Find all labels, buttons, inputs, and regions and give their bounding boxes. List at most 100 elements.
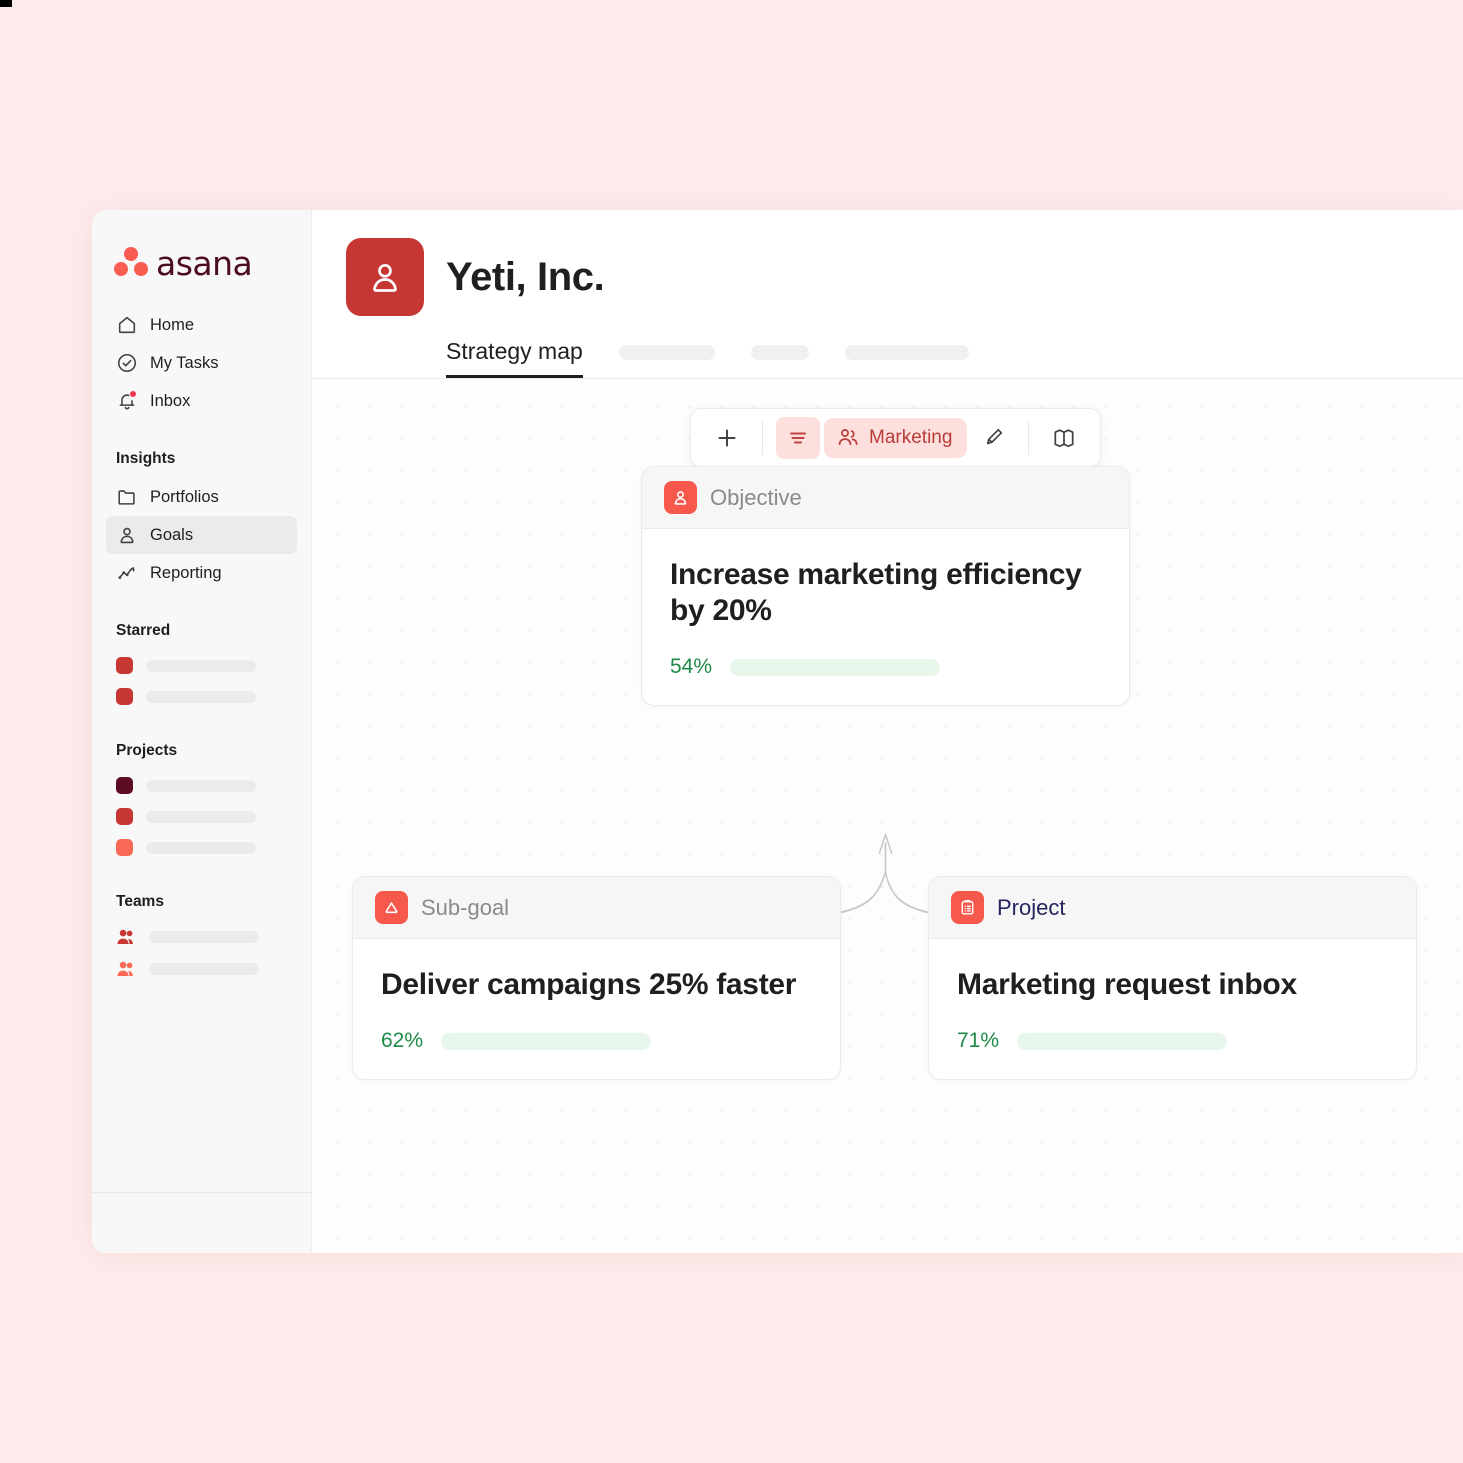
list-item[interactable] xyxy=(92,650,311,681)
title-row: Yeti, Inc. xyxy=(346,238,1463,316)
team-filter-chip-marketing[interactable]: Marketing xyxy=(824,417,968,458)
primary-nav: Home My Tasks Inbox xyxy=(92,306,311,420)
sidebar: asana Home My Tasks Inbox Insights Portf… xyxy=(92,210,312,1253)
card-title: Marketing request inbox xyxy=(957,968,1297,1001)
sidebar-item-label: Goals xyxy=(150,525,194,544)
list-item[interactable] xyxy=(92,832,311,863)
inbox-unread-badge xyxy=(129,390,137,398)
add-node-button[interactable] xyxy=(705,417,749,459)
folder-icon xyxy=(116,486,138,508)
list-item[interactable] xyxy=(92,801,311,832)
card-type-label: Project xyxy=(997,894,1066,920)
placeholder-label xyxy=(146,659,256,672)
filter-lines-icon xyxy=(789,431,807,444)
triangle-icon xyxy=(375,891,408,924)
chip-label: Marketing xyxy=(869,426,953,448)
placeholder-label xyxy=(146,690,256,703)
sidebar-item-my-tasks[interactable]: My Tasks xyxy=(106,344,297,382)
card-body: Increase marketing efficiency by 20% 54% xyxy=(642,529,1129,705)
insights-nav: Portfolios Goals Reporting xyxy=(92,478,311,592)
goal-icon xyxy=(373,264,397,292)
asana-logo[interactable]: asana xyxy=(92,238,311,282)
list-item[interactable] xyxy=(92,921,311,953)
tab-strategy-map[interactable]: Strategy map xyxy=(446,338,583,378)
card-body: Deliver campaigns 25% faster 62% xyxy=(353,939,840,1079)
sidebar-section-title-projects: Projects xyxy=(116,742,178,759)
progress-row: 54% xyxy=(670,655,1101,679)
project-color-swatch xyxy=(116,688,133,705)
progress-percent: 71% xyxy=(957,1029,1000,1052)
highlighter-icon xyxy=(986,428,1003,445)
list-item[interactable] xyxy=(92,770,311,801)
app-window: asana Home My Tasks Inbox Insights Portf… xyxy=(92,210,1463,1253)
asana-wordmark: asana xyxy=(156,243,253,283)
tab-placeholder[interactable] xyxy=(844,345,969,360)
plus-icon xyxy=(718,428,736,447)
goal-icon xyxy=(116,524,138,546)
workspace-avatar[interactable] xyxy=(346,238,424,316)
bell-icon xyxy=(116,390,138,412)
sidebar-item-portfolios[interactable]: Portfolios xyxy=(106,478,297,516)
sidebar-divider xyxy=(92,1192,311,1193)
list-item[interactable] xyxy=(92,681,311,712)
project-card[interactable]: Project Marketing request inbox 71% xyxy=(928,876,1417,1080)
sidebar-section-title-starred: Starred xyxy=(116,622,171,639)
highlight-button[interactable] xyxy=(971,417,1015,459)
placeholder-label xyxy=(146,841,256,854)
sidebar-item-inbox[interactable]: Inbox xyxy=(106,382,297,420)
card-body: Marketing request inbox 71% xyxy=(929,939,1416,1079)
list-item[interactable] xyxy=(92,953,311,985)
tab-placeholder[interactable] xyxy=(618,345,715,360)
placeholder-label xyxy=(146,779,256,792)
corner-marker xyxy=(0,0,12,7)
home-icon xyxy=(116,314,138,336)
strategy-map-canvas[interactable]: Marketing Objective Increase marketing e… xyxy=(312,379,1463,1253)
sidebar-item-reporting[interactable]: Reporting xyxy=(106,554,297,592)
goal-icon xyxy=(664,481,697,514)
sidebar-item-label: Portfolios xyxy=(150,487,219,506)
card-title: Increase marketing efficiency by 20% xyxy=(670,558,1082,627)
project-color-swatch xyxy=(116,657,133,674)
people-icon xyxy=(116,960,136,978)
progress-bar xyxy=(730,658,940,676)
filter-button[interactable] xyxy=(776,416,820,459)
sidebar-item-label: Home xyxy=(150,315,195,334)
screenshot-root: asana Home My Tasks Inbox Insights Portf… xyxy=(0,0,1463,1463)
progress-bar xyxy=(441,1032,651,1050)
card-type-label: Sub-goal xyxy=(421,894,510,920)
project-color-swatch xyxy=(116,839,133,856)
page-header: Yeti, Inc. Strategy map xyxy=(312,210,1463,379)
placeholder-label xyxy=(149,931,259,943)
map-icon xyxy=(1054,428,1074,447)
card-header: Project xyxy=(929,877,1416,939)
card-type-label: Objective xyxy=(710,484,802,510)
progress-percent: 62% xyxy=(381,1029,424,1052)
main-area: Yeti, Inc. Strategy map Marketing Object… xyxy=(312,210,1463,1253)
toolbar-divider xyxy=(1028,420,1030,455)
goal-card-objective[interactable]: Objective Increase marketing efficiency … xyxy=(641,466,1130,706)
asana-logo-dots-icon xyxy=(114,247,148,277)
people-icon xyxy=(116,928,136,946)
sidebar-item-label: My Tasks xyxy=(150,353,219,372)
progress-bar xyxy=(1017,1032,1227,1050)
check-circle-icon xyxy=(116,352,138,374)
sidebar-section-title-insights: Insights xyxy=(116,450,176,467)
sidebar-item-label: Inbox xyxy=(150,391,191,410)
sidebar-item-goals[interactable]: Goals xyxy=(106,516,297,554)
placeholder-label xyxy=(146,810,256,823)
map-toolbar: Marketing xyxy=(690,408,1102,467)
tab-bar: Strategy map xyxy=(446,332,1463,378)
page-title: Yeti, Inc. xyxy=(446,254,605,299)
clipboard-list-icon xyxy=(951,891,984,924)
chart-line-icon xyxy=(116,562,138,584)
goal-card-subgoal[interactable]: Sub-goal Deliver campaigns 25% faster 62… xyxy=(352,876,841,1080)
progress-row: 62% xyxy=(381,1029,812,1053)
card-header: Objective xyxy=(642,467,1129,529)
map-view-button[interactable] xyxy=(1042,417,1086,459)
tab-placeholder[interactable] xyxy=(750,345,809,360)
sidebar-item-home[interactable]: Home xyxy=(106,306,297,344)
sidebar-section-title-teams: Teams xyxy=(116,893,164,910)
sidebar-item-label: Reporting xyxy=(150,563,222,582)
progress-row: 71% xyxy=(957,1029,1388,1053)
placeholder-label xyxy=(149,963,259,975)
